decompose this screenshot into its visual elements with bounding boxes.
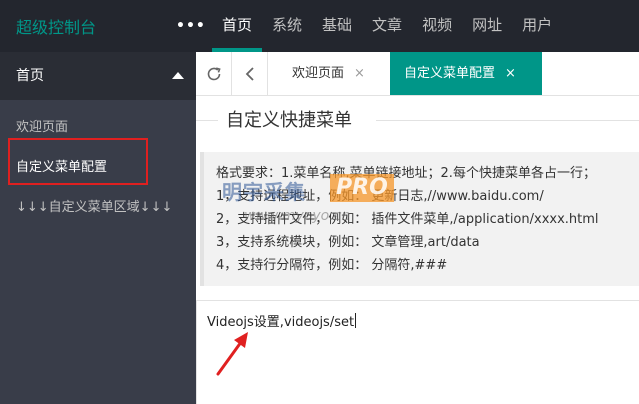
- tip-line: 1，支持远程地址，例如： 更新日志,//www.baidu.com/: [216, 189, 544, 204]
- nav-website[interactable]: 网址: [462, 0, 512, 52]
- close-icon[interactable]: ×: [505, 66, 516, 81]
- refresh-button[interactable]: [196, 52, 232, 95]
- menu-config-textarea[interactable]: Videojs设置,videojs/set: [196, 300, 639, 404]
- tab-custom-menu[interactable]: 自定义菜单配置 ×: [390, 52, 542, 95]
- nav-system[interactable]: 系统: [262, 0, 312, 52]
- fieldset-legend: 自定义快捷菜单: [226, 110, 352, 131]
- nav-article[interactable]: 文章: [362, 0, 412, 52]
- sidebar-group-home[interactable]: 首页: [0, 52, 196, 100]
- tab-welcome[interactable]: 欢迎页面 ×: [278, 52, 388, 95]
- app-logo[interactable]: 超级控制台: [0, 0, 196, 52]
- caret-up-icon: [172, 72, 184, 79]
- nav-basic[interactable]: 基础: [312, 0, 362, 52]
- more-menu-icon[interactable]: •••: [176, 18, 205, 34]
- format-tips-box: 格式要求：1.菜单名称,菜单链接地址；2.每个快捷菜单各占一行； 1，支持远程地…: [200, 152, 639, 286]
- nav-user[interactable]: 用户: [512, 0, 562, 52]
- tab-label: 欢迎页面: [292, 66, 345, 81]
- close-icon[interactable]: ×: [354, 66, 365, 81]
- top-header: 超级控制台 ••• 首页 系统 基础 文章 视频 网址 用户: [0, 0, 639, 52]
- annotation-arrow-icon: [216, 332, 248, 376]
- refresh-icon: [207, 66, 221, 80]
- fieldset-border: [376, 120, 639, 121]
- tab-scroll-left-button[interactable]: [232, 52, 268, 95]
- tab-bar: 欢迎页面 × 自定义菜单配置 ×: [196, 52, 639, 96]
- nav-home[interactable]: 首页: [212, 0, 263, 52]
- tip-line: 3，支持系统模块，例如： 文章管理,art/data: [216, 235, 480, 250]
- sidebar-group-label: 首页: [16, 68, 44, 84]
- main-content: 自定义快捷菜单 格式要求：1.菜单名称,菜单链接地址；2.每个快捷菜单各占一行；…: [196, 96, 639, 404]
- tip-line: 2，支持插件文件，例如： 插件文件菜单,/application/xxxx.ht…: [216, 212, 599, 227]
- fieldset-border: [196, 120, 218, 121]
- nav-video[interactable]: 视频: [412, 0, 462, 52]
- sidebar: 首页 欢迎页面 自定义菜单配置 ↓↓↓自定义菜单区域↓↓↓: [0, 52, 196, 404]
- text-cursor: [355, 313, 357, 328]
- highlight-annotation-box: [8, 138, 148, 185]
- tip-line: 4，支持行分隔符，例如： 分隔符,###: [216, 258, 448, 273]
- top-nav: 首页 系统 基础 文章 视频 网址 用户: [212, 0, 562, 52]
- sidebar-item-custom-area[interactable]: ↓↓↓自定义菜单区域↓↓↓: [0, 188, 196, 228]
- chevron-left-icon: [245, 66, 254, 81]
- tip-line: 格式要求：1.菜单名称,菜单链接地址；2.每个快捷菜单各占一行；: [216, 166, 596, 181]
- tab-label: 自定义菜单配置: [404, 66, 496, 81]
